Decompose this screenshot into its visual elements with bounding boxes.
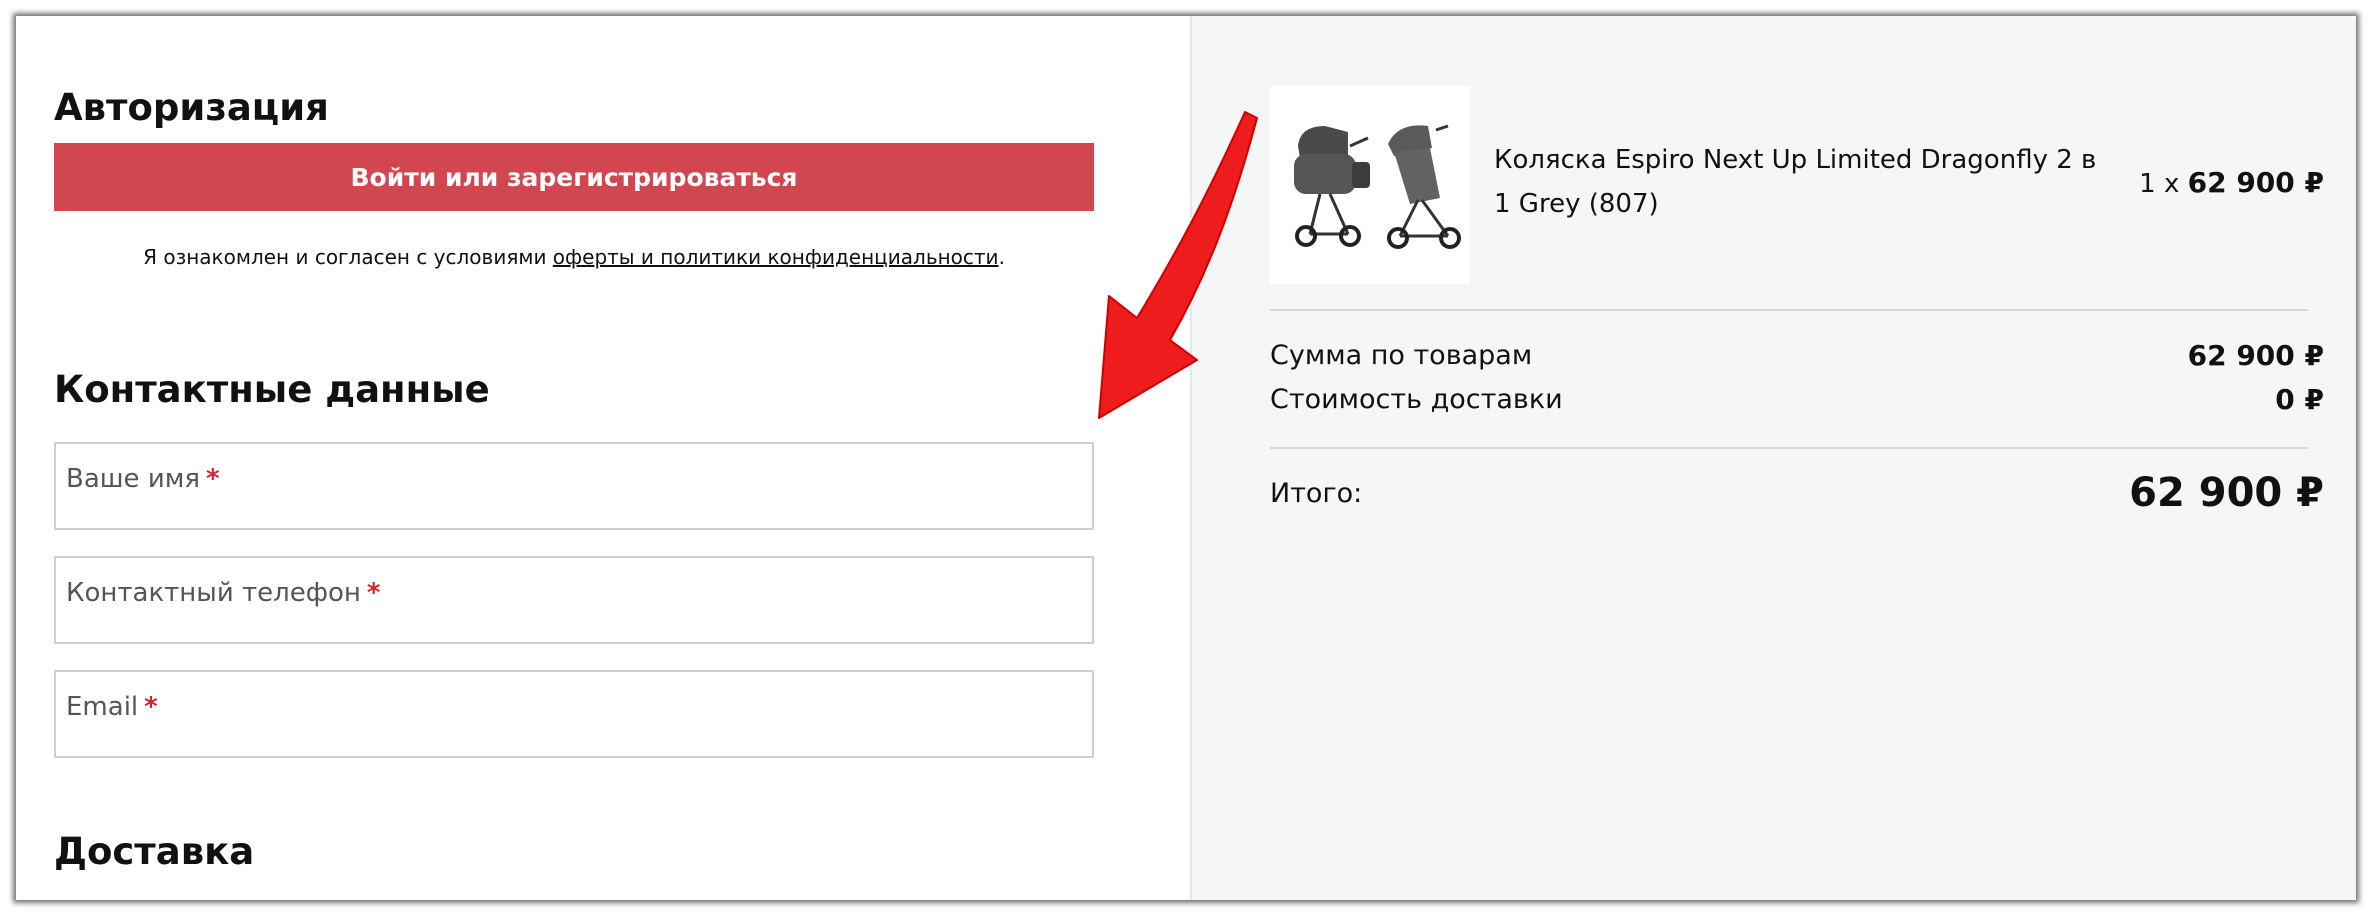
email-field[interactable]: Email * [54, 670, 1094, 758]
agreement-prefix: Я ознакомлен и согласен с условиями [143, 245, 553, 269]
stroller-image[interactable] [1270, 86, 1470, 284]
total-value: 62 900 ₽ [2129, 470, 2324, 516]
product-title[interactable]: Коляска Espiro Next Up Limited Dragonfly… [1494, 138, 2114, 226]
delivery-cost-label: Стоимость доставки [1270, 384, 1563, 415]
offer-privacy-link[interactable]: оферты и политики конфиденциальности [553, 245, 999, 269]
delivery-cost-value: 0 ₽ [2275, 383, 2324, 416]
auth-title: Авторизация [54, 86, 329, 129]
item-price: 62 900 ₽ [2187, 166, 2324, 199]
contacts-title: Контактные данные [54, 368, 490, 411]
phone-field[interactable]: Контактный телефон * [54, 556, 1094, 644]
divider [1270, 309, 2308, 311]
qty-prefix: 1 x [2139, 169, 2180, 199]
divider [1270, 447, 2308, 449]
agreement-text: Я ознакомлен и согласен с условиями офер… [54, 245, 1094, 269]
name-input[interactable] [56, 444, 1092, 528]
phone-input[interactable] [56, 558, 1092, 642]
delivery-title: Доставка [54, 830, 255, 873]
product-qty-price: 1 x 62 900 ₽ [2139, 166, 2324, 199]
agreement-suffix: . [998, 245, 1005, 269]
total-label: Итого: [1270, 478, 1363, 509]
goods-sum-value: 62 900 ₽ [2187, 339, 2324, 372]
goods-sum-label: Сумма по товарам [1270, 340, 1533, 371]
login-register-button[interactable]: Войти или зарегистрироваться [54, 143, 1094, 211]
email-input[interactable] [56, 672, 1092, 756]
name-field[interactable]: Ваше имя * [54, 442, 1094, 530]
